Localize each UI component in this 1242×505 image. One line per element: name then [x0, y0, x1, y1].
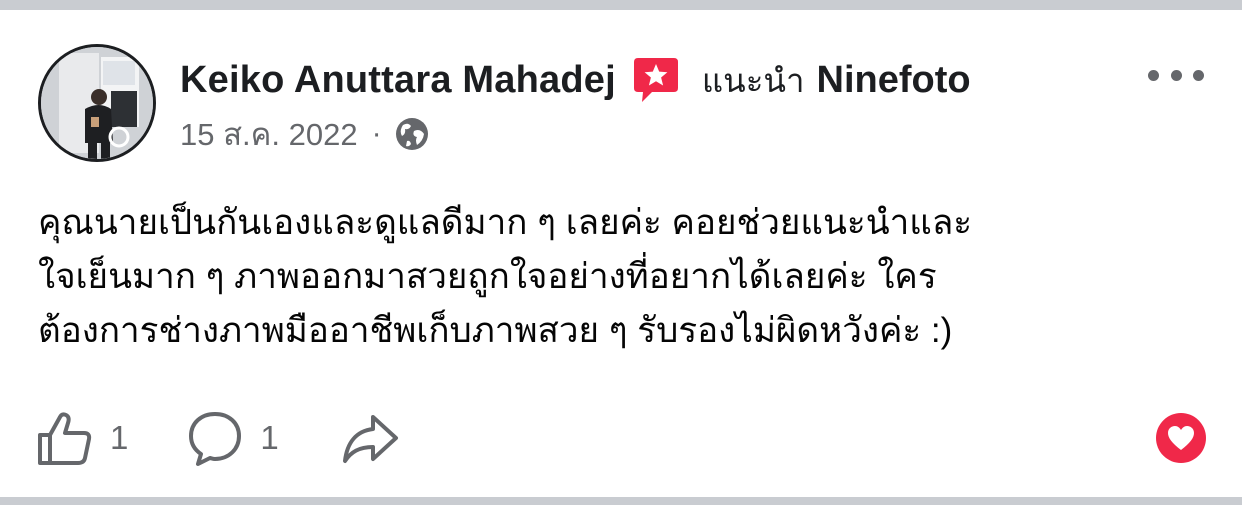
comment-count: 1 — [260, 419, 279, 456]
globe-icon[interactable] — [394, 116, 430, 152]
post-date[interactable]: 15 ส.ค. 2022 — [180, 109, 358, 159]
recommended-page-link[interactable]: Ninefoto — [817, 59, 971, 102]
post-text: คุณนายเป็นกันเองและดูแลดีมาก ๆ เลยค่ะ คอ… — [38, 196, 1208, 358]
share-button[interactable] — [341, 409, 399, 467]
top-divider — [0, 0, 1242, 10]
thumbs-up-icon — [38, 412, 92, 465]
like-count: 1 — [110, 419, 129, 456]
post-meta: 15 ส.ค. 2022 · — [180, 112, 430, 156]
author-name[interactable]: Keiko Anuttara Mahadej — [180, 59, 616, 102]
heart-icon — [1168, 426, 1194, 450]
post-text-line: ใจเย็นมาก ๆ ภาพออกมาสวยถูกใจอย่างที่อยาก… — [38, 257, 937, 296]
post-text-line: ต้องการช่างภาพมืออาชีพเก็บภาพสวย ๆ รับรอ… — [38, 311, 953, 350]
author-avatar[interactable] — [38, 44, 156, 162]
post-text-line: คุณนายเป็นกันเองและดูแลดีมาก ๆ เลยค่ะ คอ… — [38, 203, 973, 242]
action-bar: 1 1 — [36, 408, 399, 468]
recommendation-badge-icon — [633, 58, 678, 102]
share-arrow-icon — [342, 415, 398, 463]
comment-button[interactable]: 1 — [186, 409, 279, 467]
post-header: Keiko Anuttara Mahadej แนะนำ Ninefoto — [180, 52, 971, 108]
like-button[interactable]: 1 — [36, 409, 128, 467]
comment-bubble-icon — [189, 412, 242, 466]
more-options-icon[interactable] — [1148, 60, 1204, 90]
love-reaction-button[interactable] — [1156, 413, 1206, 463]
avatar-photo — [41, 47, 153, 159]
meta-separator: · — [371, 117, 382, 150]
bottom-divider — [0, 497, 1242, 505]
recommends-label: แนะนำ — [701, 61, 805, 99]
